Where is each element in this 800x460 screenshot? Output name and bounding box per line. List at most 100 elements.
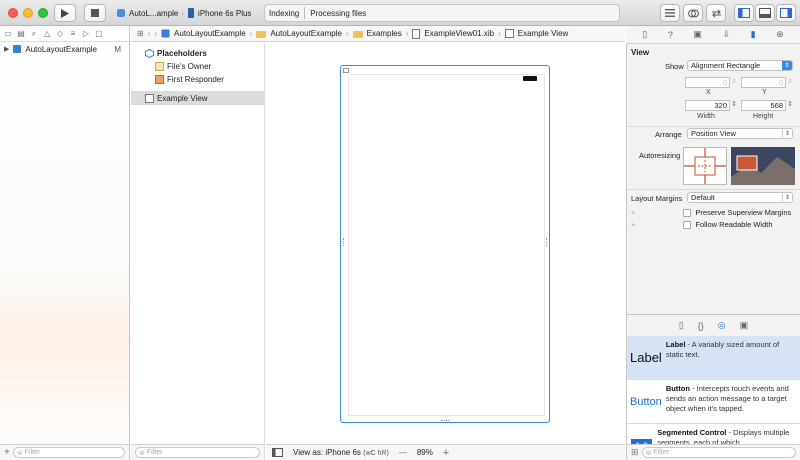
run-button[interactable] [54, 4, 76, 22]
jump-item[interactable]: ExampleView01.xib [424, 29, 494, 38]
play-icon [61, 8, 69, 18]
outline-item-files-owner[interactable]: File's Owner [131, 60, 264, 73]
identity-inspector-icon[interactable]: ▣ [693, 29, 702, 40]
minimize-window-button[interactable] [23, 8, 33, 18]
search-icon[interactable]: ⌕ [30, 29, 38, 38]
height-stepper-icon[interactable]: ⇕ [787, 100, 793, 108]
jump-item[interactable]: AutoLayoutExample [270, 29, 342, 38]
x-stepper-icon[interactable]: ⇕ [731, 77, 737, 85]
disclosure-icon[interactable]: ▶ [4, 45, 9, 53]
height-field[interactable]: 568 [741, 100, 786, 111]
outline-item-label: First Responder [167, 75, 224, 84]
jump-bar: ⊞ ‹ › AutoLayoutExample › AutoLayoutExam… [131, 26, 625, 42]
example-view-canvas-frame[interactable] [340, 65, 550, 423]
resize-handle-right[interactable] [545, 238, 547, 246]
cube-icon [145, 49, 154, 58]
filter-icon: ⊜ [16, 449, 23, 457]
library-filter-input[interactable]: ⊜ Filter [641, 447, 796, 458]
filter-icon: ⊜ [139, 449, 145, 457]
status-secondary: Processing files [310, 8, 367, 18]
symbol-icon[interactable]: ▤ [17, 29, 25, 38]
breakpoint-icon[interactable]: ▷ [82, 29, 90, 38]
stop-button[interactable] [84, 4, 106, 22]
zoom-out-button[interactable]: — [399, 448, 407, 457]
related-items-icon[interactable]: ⊞ [137, 29, 144, 38]
readable-width-row: + Follow Readable Width [631, 220, 773, 229]
preserve-margins-checkbox[interactable]: Preserve Superview Margins [683, 208, 791, 217]
outline-item-first-responder[interactable]: First Responder [131, 73, 264, 86]
toggle-debug-area-button[interactable] [755, 4, 775, 22]
placeholders-group[interactable]: Placeholders [131, 47, 264, 60]
library-filter-bar: ⊞ ⊜ Filter [626, 444, 800, 460]
width-field[interactable]: 320 [685, 100, 730, 111]
x-field[interactable]: 0 [685, 77, 730, 88]
show-popup[interactable]: Alignment Rectangle ⇕ [687, 60, 793, 71]
version-editor-button[interactable] [706, 4, 726, 22]
resize-handle-left[interactable] [343, 238, 345, 246]
size-inspector-icon[interactable]: ▮ [751, 29, 756, 40]
autoresizing-mask-control[interactable] [683, 147, 727, 185]
library-item-button[interactable]: Button Button - Intercepts touch events … [627, 380, 800, 424]
forward-icon[interactable]: › [154, 29, 157, 38]
readable-width-checkbox[interactable]: Follow Readable Width [683, 220, 773, 229]
button-icon: Button [630, 395, 662, 408]
file-inspector-icon[interactable]: ▯ [642, 29, 647, 40]
folder-icon[interactable]: ▭ [4, 29, 12, 38]
zoom-in-button[interactable]: + [443, 447, 449, 459]
arrange-popup[interactable]: Position View ⇕ [687, 128, 793, 139]
add-icon[interactable]: + [4, 447, 10, 458]
debug-icon[interactable]: ≡ [69, 29, 77, 38]
file-template-icon[interactable]: ▯ [679, 320, 684, 331]
connections-inspector-icon[interactable]: ⊕ [776, 29, 784, 40]
library-selector-bar: ▯ {} ◎ ▣ [626, 314, 800, 336]
code-snippet-icon[interactable]: {} [698, 321, 704, 331]
test-icon[interactable]: ◇ [56, 29, 64, 38]
media-library-icon[interactable]: ▣ [740, 320, 749, 331]
jump-item[interactable]: Example View [518, 29, 569, 38]
zoom-window-button[interactable] [38, 8, 48, 18]
height-label: Height [753, 113, 774, 120]
plus-icon[interactable]: + [631, 220, 635, 229]
quick-help-icon[interactable]: ? [668, 30, 673, 40]
autoresizing-preview-image [731, 147, 795, 185]
back-icon[interactable]: ‹ [148, 29, 151, 38]
report-icon[interactable]: ▢ [95, 29, 103, 38]
jump-item[interactable]: Examples [367, 29, 402, 38]
object-library-icon[interactable]: ◎ [718, 320, 726, 331]
stop-icon [91, 9, 99, 17]
library-filter-placeholder: Filter [653, 449, 669, 456]
warning-icon[interactable]: △ [43, 29, 51, 38]
attributes-inspector-icon[interactable]: ⇩ [723, 29, 731, 40]
outline-filter-input[interactable]: ⊜ Filter [135, 447, 260, 458]
example-view[interactable] [348, 74, 545, 416]
y-field[interactable]: 0 [741, 77, 786, 88]
segmented-control-icon: 1 2 [630, 428, 653, 444]
y-stepper-icon[interactable]: ⇕ [787, 77, 793, 85]
battery-icon [523, 76, 537, 81]
resize-handle-bottom[interactable] [441, 419, 449, 421]
library-item-text: Segmented Control - Displays multiple se… [657, 428, 797, 444]
standard-editor-button[interactable] [660, 4, 680, 22]
toggle-utilities-button[interactable] [776, 4, 796, 22]
navigator-filter-input[interactable]: ⊜ Filter [12, 447, 125, 458]
toggle-outline-icon[interactable] [272, 448, 283, 457]
chevron-right-icon: › [405, 29, 409, 38]
library-item-label[interactable]: Label Label - A variably sized amount of… [627, 336, 800, 380]
outline-item-example-view[interactable]: Example View [131, 91, 264, 105]
layout-margins-popup[interactable]: Default ⇕ [687, 192, 793, 203]
project-row[interactable]: ▶ AutoLayoutExample M [0, 42, 129, 56]
toggle-navigator-button[interactable] [734, 4, 754, 22]
outline-filter-bar: ⊜ Filter [131, 444, 264, 460]
view-as-label[interactable]: View as: iPhone 6s (wC hR) [293, 448, 389, 457]
grid-view-icon[interactable]: ⊞ [631, 447, 639, 458]
scheme-selector[interactable]: AutoL...ample › iPhone 6s Plus [112, 4, 260, 22]
width-stepper-icon[interactable]: ⇕ [731, 100, 737, 108]
plus-icon[interactable]: + [631, 208, 635, 217]
show-label: Show [665, 62, 684, 71]
jump-item[interactable]: AutoLayoutExample [174, 29, 246, 38]
checkbox-icon [683, 208, 692, 217]
close-window-button[interactable] [8, 8, 18, 18]
project-icon [13, 45, 22, 53]
assistant-editor-button[interactable] [683, 4, 703, 22]
library-item-segmented-control[interactable]: 1 2 Segmented Control - Displays multipl… [627, 424, 800, 444]
